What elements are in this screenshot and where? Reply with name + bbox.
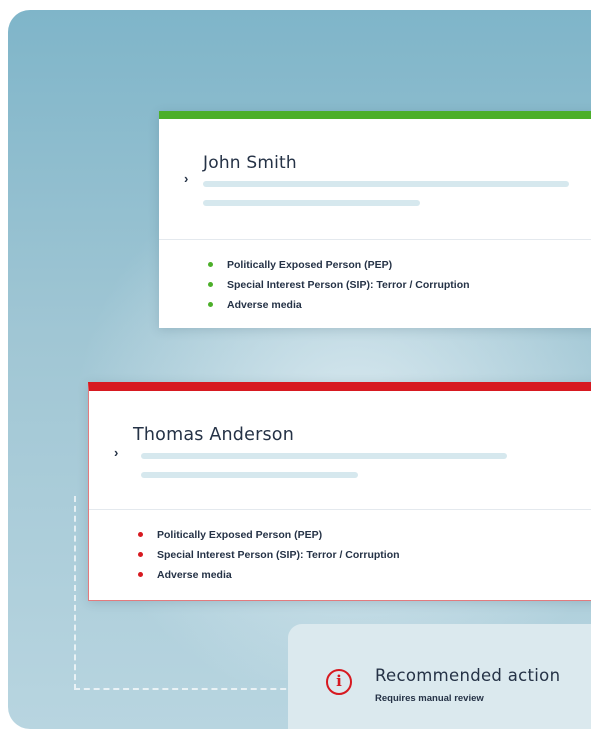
red-dot-icon bbox=[138, 532, 143, 537]
placeholder-bar bbox=[141, 453, 507, 459]
recommended-action-title: Recommended action bbox=[375, 666, 561, 685]
green-dot-icon bbox=[208, 302, 213, 307]
risk-flag-item: Special Interest Person (SIP): Terror / … bbox=[205, 275, 470, 295]
red-dot-icon bbox=[138, 572, 143, 577]
chevron-right-icon[interactable]: › bbox=[184, 171, 188, 186]
placeholder-bar bbox=[141, 472, 358, 478]
recommended-action-subtitle: Requires manual review bbox=[375, 693, 484, 704]
recommended-action-panel[interactable]: i Recommended action Requires manual rev… bbox=[288, 624, 591, 729]
risk-flag-item: Special Interest Person (SIP): Terror / … bbox=[135, 545, 400, 565]
info-icon: i bbox=[326, 669, 352, 695]
risk-flag-list: Politically Exposed Person (PEP) Special… bbox=[205, 255, 470, 315]
divider bbox=[159, 239, 591, 240]
risk-flag-item: Politically Exposed Person (PEP) bbox=[205, 255, 470, 275]
divider bbox=[89, 509, 591, 510]
chevron-right-icon[interactable]: › bbox=[114, 445, 118, 460]
profile-name: John Smith bbox=[203, 153, 297, 173]
risk-flag-item: Adverse media bbox=[135, 565, 400, 585]
risk-flag-item: Politically Exposed Person (PEP) bbox=[135, 525, 400, 545]
placeholder-bar bbox=[203, 181, 569, 187]
profile-name: Thomas Anderson bbox=[133, 425, 294, 445]
placeholder-bar bbox=[203, 200, 420, 206]
risk-flag-item: Adverse media bbox=[205, 295, 470, 315]
green-dot-icon bbox=[208, 282, 213, 287]
risk-flag-list: Politically Exposed Person (PEP) Special… bbox=[135, 525, 400, 585]
red-dot-icon bbox=[138, 552, 143, 557]
green-dot-icon bbox=[208, 262, 213, 267]
profile-card-thomas-anderson[interactable]: › Thomas Anderson Politically Exposed Pe… bbox=[88, 382, 591, 601]
profile-card-john-smith[interactable]: › John Smith Politically Exposed Person … bbox=[159, 111, 591, 328]
